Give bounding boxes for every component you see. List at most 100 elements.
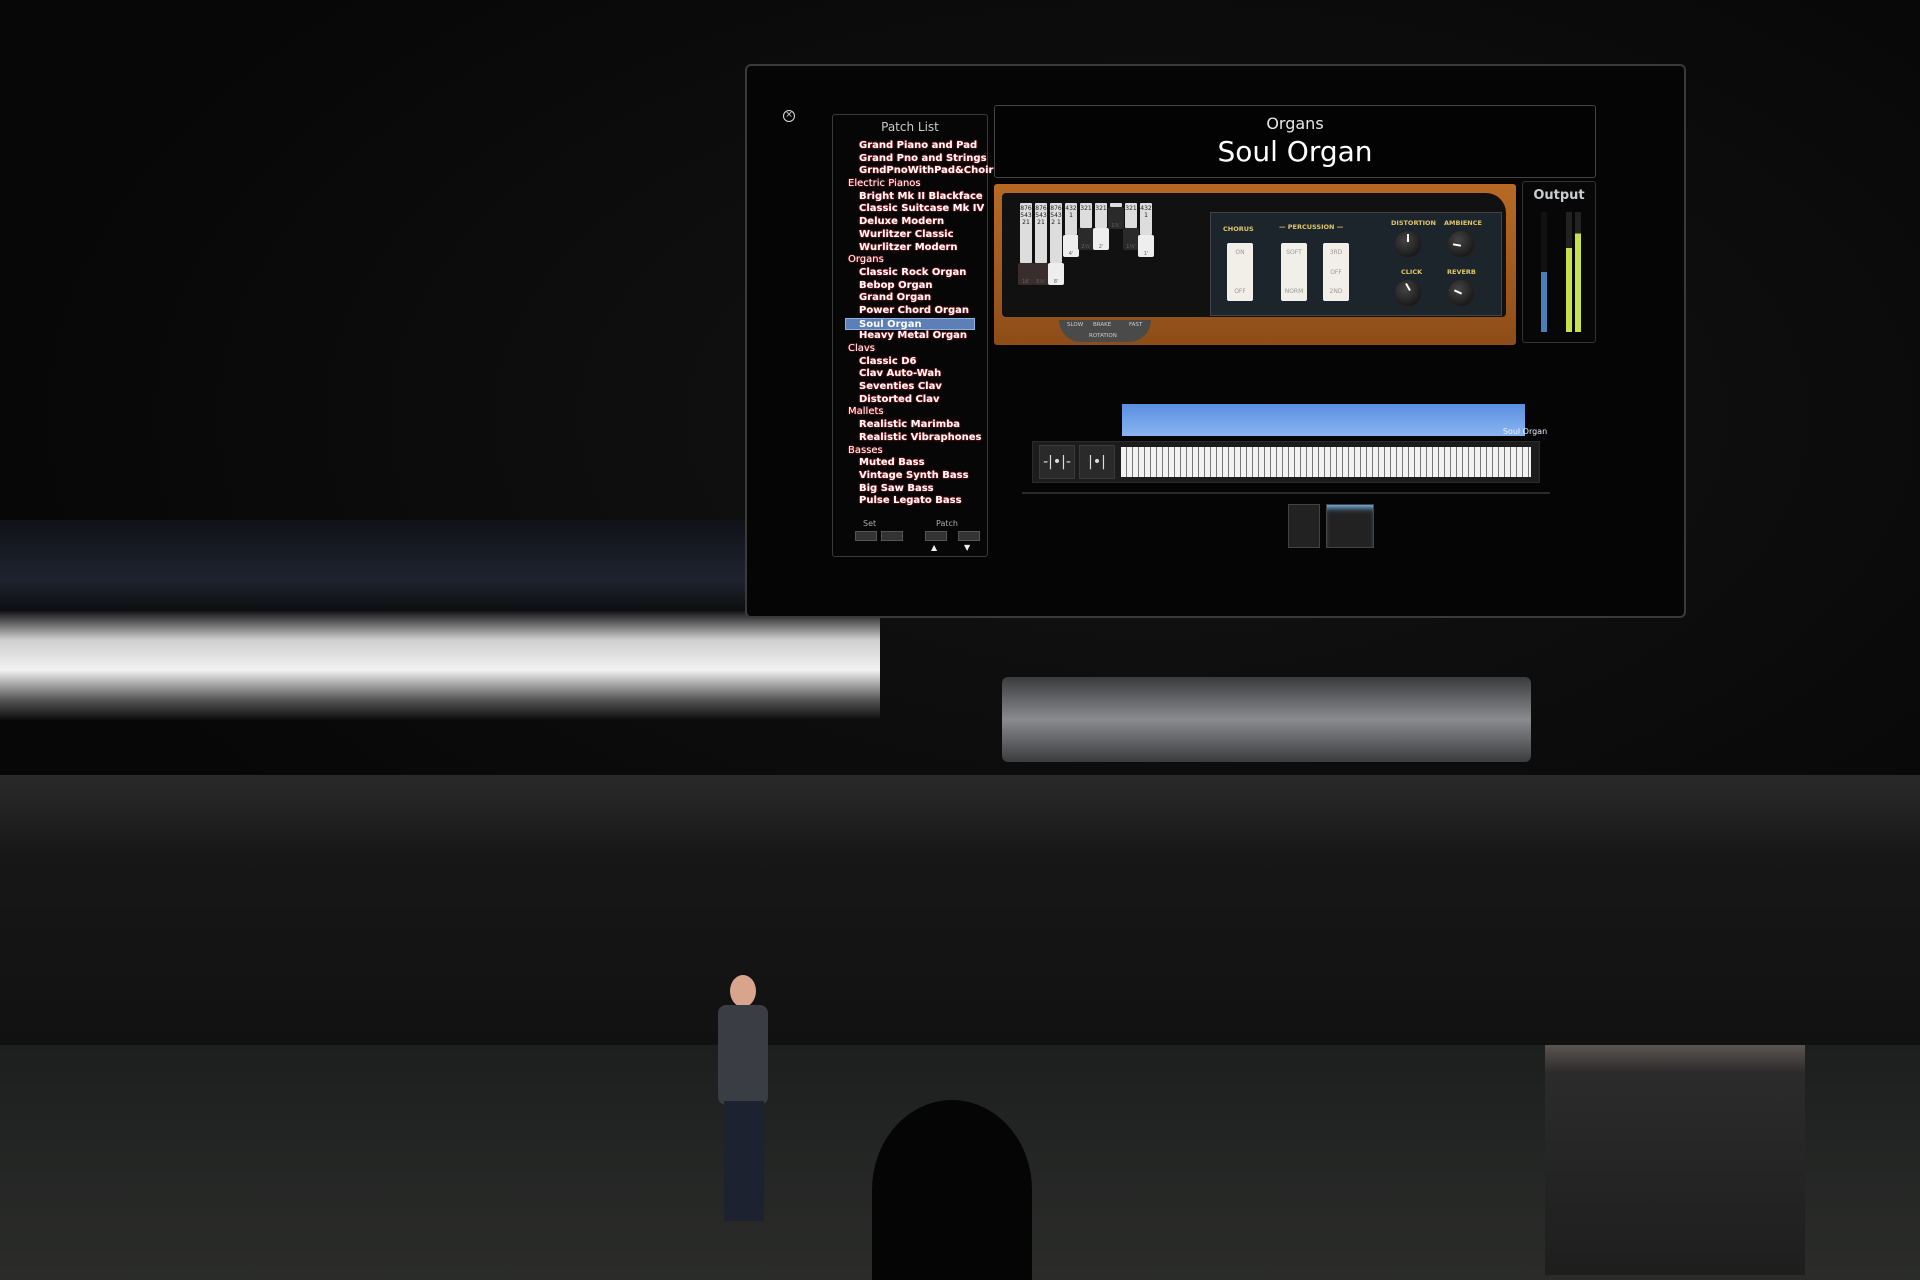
drawbar-footage: 4' — [1063, 235, 1079, 257]
patch-item[interactable]: Wurlitzer Classic — [833, 229, 987, 242]
presenter-torso — [718, 1005, 768, 1105]
set-next-button[interactable] — [881, 531, 903, 541]
patch-list: Patch List Grand Piano and Pad Grand Pno … — [832, 114, 993, 557]
drawbar[interactable]: 87654321 16' — [1018, 203, 1034, 285]
drawbar-footage: 5⅓' — [1033, 263, 1049, 285]
patch-item[interactable]: Bright Mk II Blackface — [833, 191, 987, 204]
output-panel: Output — [1522, 181, 1596, 343]
ambience-knob[interactable] — [1447, 230, 1475, 258]
patch-category: Mallets — [848, 406, 884, 418]
patch-list-title: Patch List — [881, 120, 939, 134]
divider — [1022, 492, 1550, 494]
patch-item[interactable]: Muted Bass — [833, 457, 987, 470]
layer-name: Soul Organ — [1502, 427, 1548, 436]
category-label: Organs — [1266, 114, 1324, 133]
drawbar[interactable]: 1⅗' — [1108, 203, 1124, 229]
podium — [1545, 1045, 1805, 1275]
drawbar-footage: 2⅔' — [1078, 228, 1094, 250]
switch-2nd-label: 2ND — [1329, 288, 1343, 295]
distortion-label: DISTORTION — [1391, 219, 1436, 227]
chorus-switch[interactable]: ON OFF — [1227, 243, 1253, 301]
rotation-switch[interactable]: SLOW BRAKE FAST ROTATION — [1059, 320, 1151, 342]
percussion-harmonic-switch[interactable]: 3RD OFF 2ND — [1323, 243, 1349, 301]
switch-3rd-label: 3RD — [1329, 249, 1343, 256]
drawbar-footage: 8' — [1048, 263, 1064, 285]
drawbar[interactable]: 4321 1' — [1138, 203, 1154, 257]
reverb-knob[interactable] — [1447, 279, 1475, 307]
drawbar-footage: 1⅗' — [1108, 207, 1124, 229]
patch-item[interactable]: Clav Auto-Wah — [833, 368, 987, 381]
rotation-brake-label: BRAKE — [1093, 322, 1112, 328]
patch-item[interactable]: Classic D6 — [833, 356, 987, 369]
display-shelf — [0, 775, 1920, 1045]
patch-item[interactable]: Grand Organ — [833, 292, 987, 305]
output-volume-fader[interactable] — [1541, 212, 1547, 332]
patch-item[interactable]: Grand Piano and Pad — [833, 140, 987, 153]
mac-mini-image — [1002, 677, 1531, 762]
patch-item[interactable]: Realistic Marimba — [833, 419, 987, 432]
pitch-bend-wheel[interactable]: -|•|- — [1039, 445, 1075, 479]
patch-item[interactable]: Deluxe Modern — [833, 216, 987, 229]
patch-item[interactable]: Grand Pno and Strings — [833, 153, 987, 166]
modulation-wheel[interactable]: |•| — [1079, 445, 1115, 479]
presenter-legs — [724, 1101, 764, 1221]
patch-category: Basses — [848, 444, 883, 456]
patch-item[interactable]: Vintage Synth Bass — [833, 470, 987, 483]
patch-item[interactable]: Soul Organ — [845, 317, 975, 331]
drawbar-numbers: 87654321 — [1020, 205, 1032, 226]
patch-item[interactable]: GrndPnoWithPad&Choir — [833, 165, 993, 178]
organ-panel: 87654321 16' 87654321 5⅓' 8765432 1 8' 4321 4' 3… — [994, 184, 1516, 345]
expression-pedal-icon[interactable] — [1326, 504, 1374, 548]
output-meter-left — [1566, 212, 1572, 332]
audience-head — [872, 1100, 1032, 1280]
patch-category: Clavs — [848, 343, 876, 354]
patch-item[interactable]: Big Saw Bass — [833, 483, 987, 496]
patch-item[interactable]: Seventies Clav — [833, 381, 987, 394]
percussion-label: — PERCUSSION — — [1279, 223, 1344, 231]
sustain-pedal-icon[interactable] — [1288, 504, 1320, 548]
patch-category: Organs — [848, 254, 884, 266]
patch-item[interactable]: Pulse Legato Bass — [833, 495, 987, 508]
patch-item[interactable]: Heavy Metal Organ — [833, 330, 987, 343]
distortion-knob[interactable] — [1394, 230, 1422, 258]
patch-list-rows: Grand Piano and Pad Grand Pno and Strings… — [833, 140, 993, 508]
set-prev-button[interactable] — [855, 531, 877, 541]
down-arrow-icon: ▼ — [964, 543, 971, 552]
drawbar-numbers: 87654321 — [1035, 205, 1047, 226]
patch-label: Patch — [936, 519, 958, 528]
rotation-slow-label: SLOW — [1067, 322, 1084, 328]
patch-item[interactable]: Classic Rock Organ — [833, 267, 987, 280]
drawbar-numbers: 4321 — [1065, 205, 1077, 219]
patch-item[interactable]: Classic Suitcase Mk IV — [833, 203, 987, 216]
drawbar[interactable]: 321 1⅓' — [1123, 203, 1139, 250]
drawbar[interactable]: 321 2' — [1093, 203, 1109, 250]
keyboard-layer-bar[interactable]: Soul Organ — [1122, 404, 1547, 436]
drawbar[interactable]: 87654321 5⅓' — [1033, 203, 1049, 285]
patch-item[interactable]: Distorted Clav — [833, 394, 987, 407]
patch-item[interactable]: Power Chord Organ — [833, 305, 987, 318]
patch-item[interactable]: Bebop Organ — [833, 280, 987, 293]
rotation-fast-label: FAST — [1129, 322, 1143, 328]
drawbar[interactable]: 321 2⅔' — [1078, 203, 1094, 250]
drawbar-numbers: 321 — [1095, 205, 1107, 212]
piano-keys[interactable] — [1121, 447, 1531, 477]
drawbar[interactable]: 8765432 1 8' — [1048, 203, 1064, 285]
close-icon[interactable]: × — [783, 110, 795, 122]
click-knob[interactable] — [1394, 279, 1422, 307]
patch-item[interactable]: Wurlitzer Modern — [833, 242, 987, 255]
patch-down-button[interactable] — [958, 531, 980, 541]
drawbar-footage: 16' — [1018, 263, 1034, 285]
patch-item[interactable]: Realistic Vibraphones — [833, 432, 987, 445]
effects-panel: CHORUS — PERCUSSION — ON OFF SOFT NORM 3… — [1210, 212, 1502, 316]
chorus-label: CHORUS — [1223, 225, 1254, 233]
switch-soft-label: SOFT — [1286, 249, 1302, 256]
percussion-volume-switch[interactable]: SOFT NORM — [1281, 243, 1307, 301]
drawbar[interactable]: 4321 4' — [1063, 203, 1079, 257]
switch-off-label: OFF — [1234, 288, 1246, 295]
switch-off-label: OFF — [1330, 269, 1342, 276]
reverb-label: REVERB — [1447, 268, 1476, 276]
drawbar-numbers: 321 — [1080, 205, 1092, 212]
drawbar-footage: 1⅓' — [1123, 228, 1139, 250]
drawbar-footage: 1' — [1138, 235, 1154, 257]
patch-up-button[interactable] — [925, 531, 947, 541]
